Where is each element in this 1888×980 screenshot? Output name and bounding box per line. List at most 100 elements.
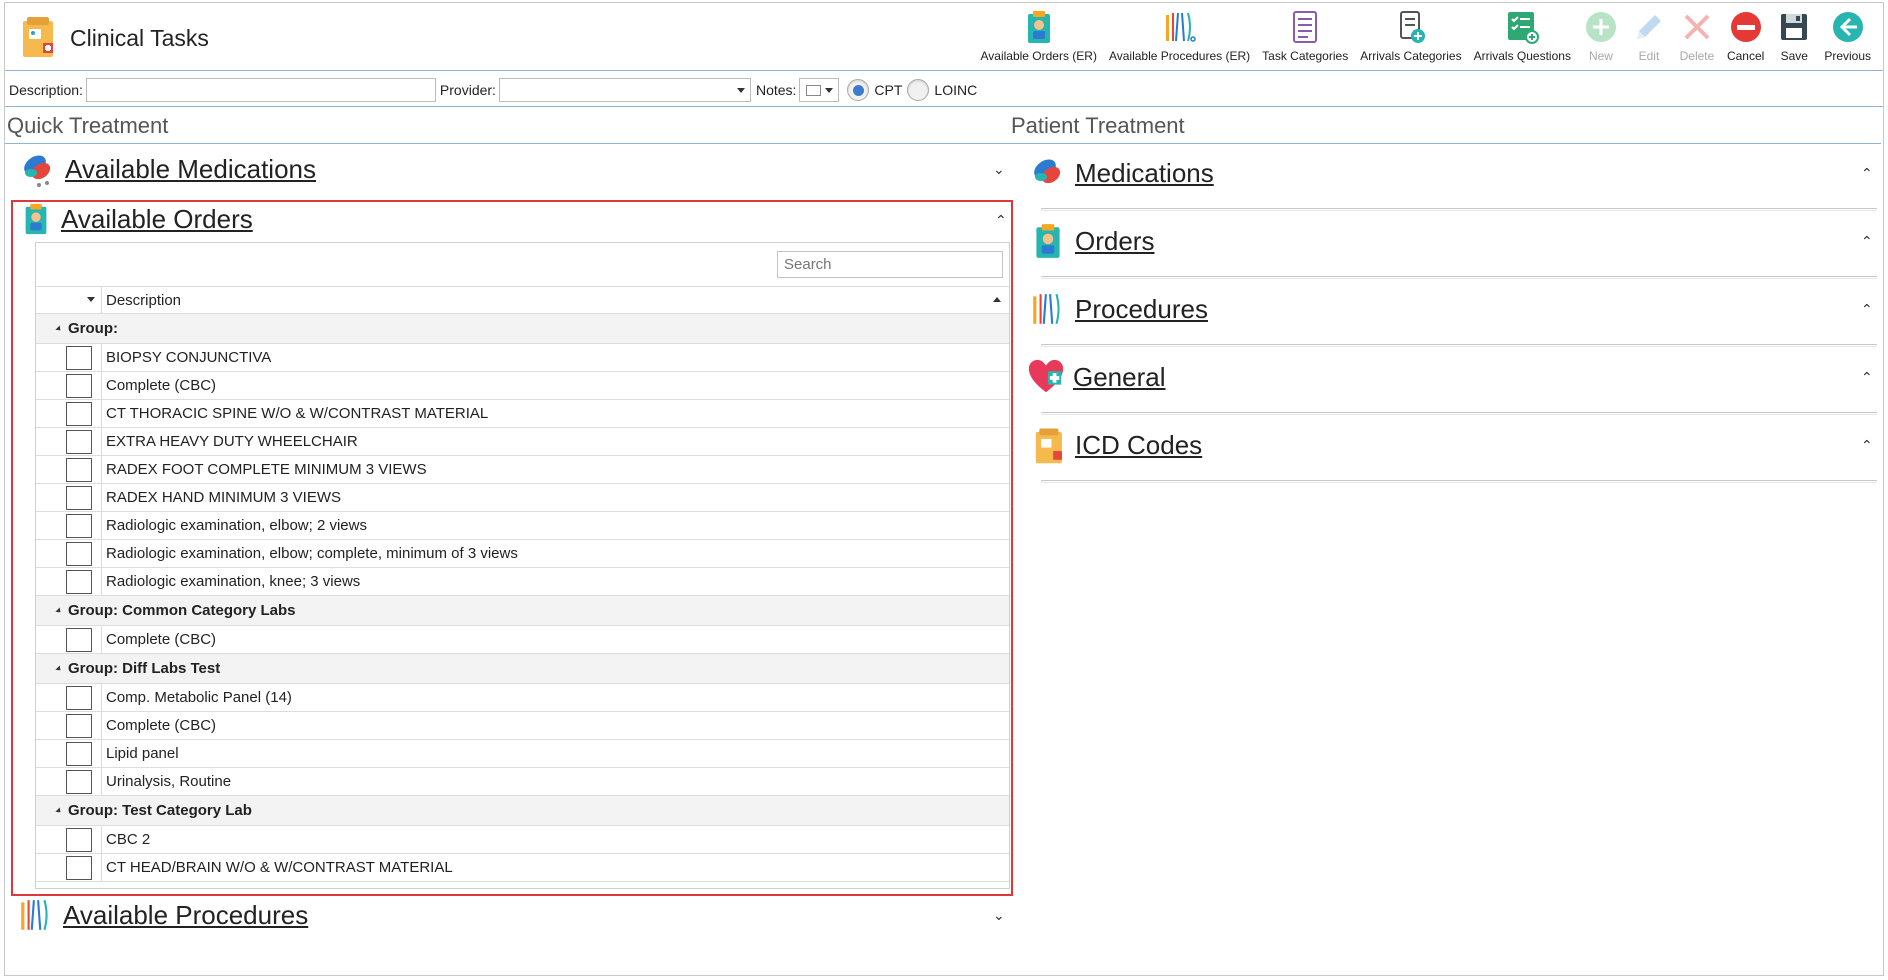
available-medications-header[interactable]: Available Medications <box>19 149 316 189</box>
section-divider <box>1041 276 1877 279</box>
chevron-down-icon[interactable]: ⌄ <box>993 907 1005 924</box>
order-description: Comp. Metabolic Panel (14) <box>106 689 292 706</box>
group-collapse-icon[interactable] <box>55 664 63 673</box>
chevron-up-icon[interactable]: ⌃ <box>1861 301 1873 318</box>
general-header[interactable]: General <box>1027 357 1166 397</box>
chevron-up-icon[interactable]: ⌃ <box>1861 437 1873 454</box>
group-collapse-icon[interactable] <box>55 606 63 615</box>
group-collapse-icon[interactable] <box>55 324 63 333</box>
row-checkbox[interactable] <box>66 741 92 766</box>
chevron-down-icon[interactable]: ⌄ <box>993 161 1005 178</box>
search-input[interactable] <box>777 251 1003 278</box>
available-procedures-title[interactable]: Available Procedures <box>63 900 308 931</box>
group-row[interactable]: Group: Diff Labs Test <box>36 654 1009 684</box>
table-row[interactable]: CT THORACIC SPINE W/O & W/CONTRAST MATER… <box>36 399 1009 428</box>
icd-codes-title[interactable]: ICD Codes <box>1075 430 1202 461</box>
table-row[interactable]: RADEX FOOT COMPLETE MINIMUM 3 VIEWS <box>36 455 1009 484</box>
select-column-header[interactable] <box>36 287 102 313</box>
table-row[interactable]: Radiologic examination, elbow; 2 views <box>36 511 1009 540</box>
toolbar-label: Available Procedures (ER) <box>1108 49 1251 63</box>
available-procedures-er-button[interactable]: Available Procedures (ER) <box>1103 5 1256 69</box>
table-row[interactable]: CBC 2 <box>36 825 1009 854</box>
table-row[interactable]: Urinalysis, Routine <box>36 767 1009 796</box>
chevron-up-icon[interactable]: ⌃ <box>1861 369 1873 386</box>
chevron-up-icon[interactable]: ⌃ <box>1861 233 1873 250</box>
checkbox-cell <box>36 343 102 372</box>
delete-button[interactable]: Delete <box>1673 5 1721 69</box>
row-checkbox[interactable] <box>66 541 92 566</box>
previous-button[interactable]: Previous <box>1818 5 1877 69</box>
cancel-button[interactable]: Cancel <box>1721 5 1770 69</box>
group-label: Group: Diff Labs Test <box>68 660 221 677</box>
task-categories-button[interactable]: Task Categories <box>1256 5 1354 69</box>
available-orders-title[interactable]: Available Orders <box>61 204 253 235</box>
table-row[interactable]: Comp. Metabolic Panel (14) <box>36 683 1009 712</box>
row-checkbox[interactable] <box>66 513 92 538</box>
loinc-radio[interactable] <box>907 78 930 101</box>
row-checkbox[interactable] <box>66 713 92 738</box>
checkbox-cell <box>36 455 102 484</box>
available-procedures-header[interactable]: Available Procedures <box>17 895 308 935</box>
group-collapse-icon[interactable] <box>55 806 63 815</box>
orders-header[interactable]: Orders <box>1029 221 1154 261</box>
general-title[interactable]: General <box>1073 362 1166 393</box>
chevron-up-icon[interactable]: ⌃ <box>995 212 1007 229</box>
table-row[interactable]: EXTRA HEAVY DUTY WHEELCHAIR <box>36 427 1009 456</box>
row-checkbox[interactable] <box>66 827 92 852</box>
row-checkbox[interactable] <box>66 457 92 482</box>
row-checkbox[interactable] <box>66 569 92 594</box>
order-description: Lipid panel <box>106 745 179 762</box>
row-checkbox[interactable] <box>66 485 92 510</box>
cpt-radio[interactable] <box>847 78 870 101</box>
arrivals-questions-button[interactable]: Arrivals Questions <box>1468 5 1577 69</box>
grid-column-header: Description <box>36 287 1009 314</box>
list-document-icon <box>1293 11 1318 43</box>
table-row[interactable]: CT HEAD/BRAIN W/O & W/CONTRAST MATERIAL <box>36 853 1009 882</box>
procedures-header[interactable]: Procedures <box>1029 289 1208 329</box>
chevron-up-icon[interactable]: ⌃ <box>1861 165 1873 182</box>
procedures-title[interactable]: Procedures <box>1075 294 1208 325</box>
group-row[interactable]: Group: <box>36 314 1009 344</box>
table-row[interactable]: Radiologic examination, knee; 3 views <box>36 567 1009 596</box>
medications-header[interactable]: Medications <box>1029 153 1214 193</box>
row-checkbox[interactable] <box>66 345 92 370</box>
medications-title[interactable]: Medications <box>1075 158 1214 189</box>
table-row[interactable]: Lipid panel <box>36 739 1009 768</box>
available-orders-er-button[interactable]: Available Orders (ER) <box>974 5 1102 69</box>
row-checkbox[interactable] <box>66 855 92 880</box>
sort-ascending-icon[interactable] <box>993 297 1001 302</box>
row-checkbox[interactable] <box>66 627 92 652</box>
description-column-header[interactable]: Description <box>106 292 181 309</box>
table-row[interactable]: Complete (CBC) <box>36 711 1009 740</box>
table-row[interactable]: Complete (CBC) <box>36 371 1009 400</box>
row-checkbox[interactable] <box>66 429 92 454</box>
row-checkbox[interactable] <box>66 685 92 710</box>
group-row[interactable]: Group: Common Category Labs <box>36 596 1009 626</box>
pills-icon <box>1034 159 1061 184</box>
row-checkbox[interactable] <box>66 401 92 426</box>
table-row[interactable]: BIOPSY CONJUNCTIVA <box>36 343 1009 372</box>
clinical-tasks-window: Clinical Tasks Available Orders (ER) Ava… <box>4 2 1884 976</box>
description-input[interactable] <box>85 77 436 102</box>
arrivals-categories-button[interactable]: Arrivals Categories <box>1354 5 1467 69</box>
available-orders-header[interactable]: Available Orders <box>19 200 253 238</box>
checkbox-cell <box>36 739 102 768</box>
document-plus-icon <box>1399 11 1425 43</box>
orders-title[interactable]: Orders <box>1075 226 1154 257</box>
x-icon <box>1684 14 1710 40</box>
row-checkbox[interactable] <box>66 769 92 794</box>
icd-codes-header[interactable]: ICD Codes <box>1029 425 1202 465</box>
clipboard-doctor-icon <box>25 203 47 235</box>
notes-dropdown[interactable] <box>799 77 840 102</box>
table-row[interactable]: RADEX HAND MINIMUM 3 VIEWS <box>36 483 1009 512</box>
save-button[interactable]: Save <box>1770 5 1818 69</box>
edit-button[interactable]: Edit <box>1625 5 1673 69</box>
table-row[interactable]: Complete (CBC) <box>36 625 1009 654</box>
available-medications-title[interactable]: Available Medications <box>65 154 316 185</box>
new-button[interactable]: New <box>1577 5 1625 69</box>
order-description: Complete (CBC) <box>106 631 217 648</box>
group-row[interactable]: Group: Test Category Lab <box>36 796 1009 826</box>
provider-select[interactable] <box>498 77 751 102</box>
row-checkbox[interactable] <box>66 373 92 398</box>
table-row[interactable]: Radiologic examination, elbow; complete,… <box>36 539 1009 568</box>
